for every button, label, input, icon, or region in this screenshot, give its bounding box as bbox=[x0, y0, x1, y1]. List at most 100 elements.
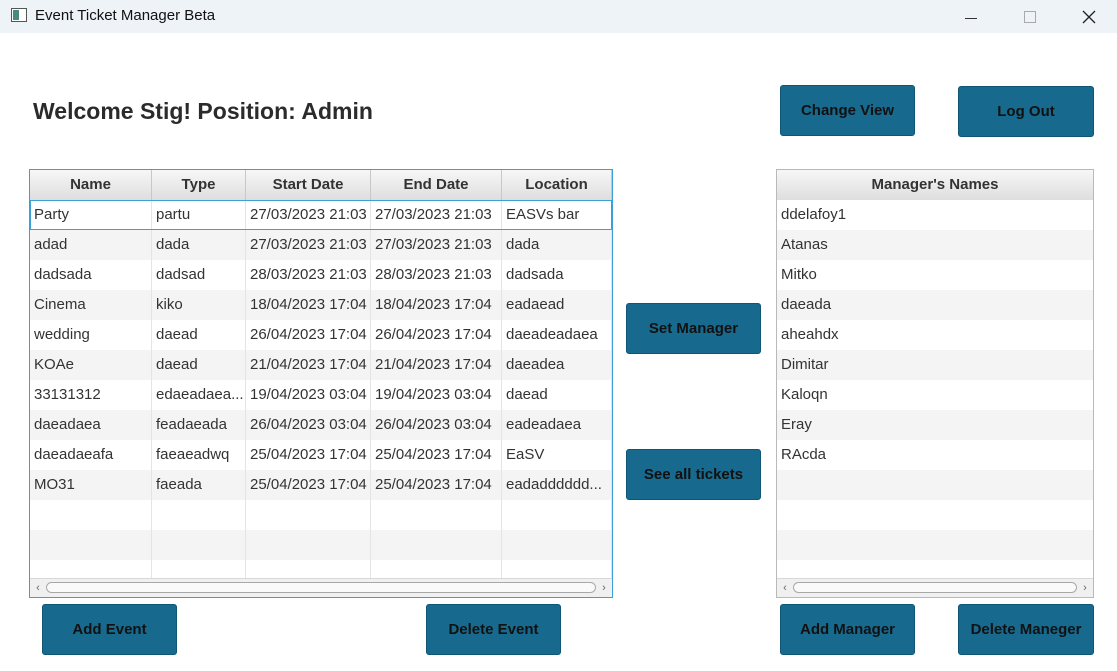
manager-name: ddelafoy1 bbox=[781, 206, 847, 223]
table-cell: 27/03/2023 21:03 bbox=[371, 230, 502, 260]
table-cell bbox=[30, 500, 152, 530]
title-bar: Event Ticket Manager Beta bbox=[0, 0, 1117, 33]
events-table[interactable]: Name Type Start Date End Date Location Party… bbox=[29, 169, 613, 598]
table-cell: dada bbox=[152, 230, 246, 260]
list-item[interactable]: Eray bbox=[777, 410, 1093, 440]
table-row[interactable]: 33131312 edaeadaea... 19/04/2023 03:04 19/0… bbox=[30, 380, 612, 410]
log-out-button[interactable]: Log Out bbox=[958, 86, 1094, 137]
add-manager-button[interactable]: Add Manager bbox=[780, 604, 915, 655]
manager-name bbox=[777, 470, 1093, 500]
table-cell bbox=[371, 530, 502, 560]
table-cell: daeadaea bbox=[30, 410, 152, 440]
table-cell: daead bbox=[502, 380, 612, 410]
table-cell: partu bbox=[152, 200, 246, 230]
table-row[interactable]: Party partu 27/03/2023 21:03 27/03/2023 21:… bbox=[30, 200, 612, 230]
column-header[interactable]: Manager's Names bbox=[777, 170, 1093, 200]
empty-row[interactable] bbox=[30, 500, 612, 530]
table-cell: daeadaeafa bbox=[30, 440, 152, 470]
table-cell: 25/04/2023 17:04 bbox=[246, 470, 371, 500]
table-cell bbox=[502, 500, 612, 530]
column-header[interactable]: Name bbox=[30, 170, 152, 200]
managers-table-body: ddelafoy1 Atanas Mitko daeada aheahdx Dimitar… bbox=[777, 200, 1093, 590]
table-cell: dadsada bbox=[502, 260, 612, 290]
table-row[interactable]: daeadaea feadaeada 26/04/2023 03:04 26/04/2… bbox=[30, 410, 612, 440]
table-cell bbox=[152, 530, 246, 560]
table-row[interactable]: wedding daead 26/04/2023 17:04 26/04/2023 1… bbox=[30, 320, 612, 350]
manager-name: Kaloqn bbox=[781, 386, 828, 403]
table-cell bbox=[152, 500, 246, 530]
table-cell: 18/04/2023 17:04 bbox=[371, 290, 502, 320]
empty-row[interactable] bbox=[777, 470, 1093, 500]
manager-name bbox=[777, 500, 1093, 530]
add-event-button[interactable]: Add Event bbox=[42, 604, 177, 655]
minimize-icon bbox=[965, 18, 977, 19]
manager-name: Atanas bbox=[781, 236, 828, 253]
set-manager-button[interactable]: Set Manager bbox=[626, 303, 761, 354]
events-horizontal-scrollbar[interactable]: ‹ › bbox=[30, 578, 612, 597]
table-cell: eadeadaea bbox=[502, 410, 612, 440]
welcome-heading: Welcome Stig! Position: Admin bbox=[33, 98, 373, 124]
column-header[interactable]: End Date bbox=[371, 170, 502, 200]
list-item[interactable]: Mitko bbox=[777, 260, 1093, 290]
table-cell: Cinema bbox=[30, 290, 152, 320]
table-row[interactable]: KOAe daead 21/04/2023 17:04 21/04/2023 17:0… bbox=[30, 350, 612, 380]
manager-name: aheahdx bbox=[781, 326, 839, 343]
list-item[interactable]: Kaloqn bbox=[777, 380, 1093, 410]
table-row[interactable]: MO31 faeada 25/04/2023 17:04 25/04/2023 17:… bbox=[30, 470, 612, 500]
table-cell: 25/04/2023 17:04 bbox=[371, 470, 502, 500]
manager-name bbox=[777, 530, 1093, 560]
list-item[interactable]: aheahdx bbox=[777, 320, 1093, 350]
table-cell: 28/03/2023 21:03 bbox=[246, 260, 371, 290]
scroll-right-icon[interactable]: › bbox=[1079, 581, 1091, 595]
table-cell: 33131312 bbox=[30, 380, 152, 410]
delete-event-button[interactable]: Delete Event bbox=[426, 604, 561, 655]
table-cell: 21/04/2023 17:04 bbox=[246, 350, 371, 380]
maximize-button[interactable] bbox=[1007, 0, 1053, 33]
scroll-thumb[interactable] bbox=[46, 582, 596, 593]
table-cell: 26/04/2023 03:04 bbox=[246, 410, 371, 440]
empty-row[interactable] bbox=[30, 530, 612, 560]
scroll-right-icon[interactable]: › bbox=[598, 581, 610, 595]
list-item[interactable]: daeada bbox=[777, 290, 1093, 320]
app-icon bbox=[11, 8, 27, 22]
table-cell: eadaead bbox=[502, 290, 612, 320]
list-item[interactable]: ddelafoy1 bbox=[777, 200, 1093, 230]
table-cell: MO31 bbox=[30, 470, 152, 500]
table-row[interactable]: daeadaeafa faeaeadwq 25/04/2023 17:04 25/04… bbox=[30, 440, 612, 470]
table-cell: 27/03/2023 21:03 bbox=[246, 200, 371, 230]
list-item[interactable]: Atanas bbox=[777, 230, 1093, 260]
table-cell: Party bbox=[30, 200, 152, 230]
column-header[interactable]: Location bbox=[502, 170, 612, 200]
scroll-thumb[interactable] bbox=[793, 582, 1077, 593]
empty-row[interactable] bbox=[777, 530, 1093, 560]
empty-row[interactable] bbox=[777, 500, 1093, 530]
scroll-left-icon[interactable]: ‹ bbox=[32, 581, 44, 595]
list-item[interactable]: RAcda bbox=[777, 440, 1093, 470]
manager-name: RAcda bbox=[781, 446, 827, 463]
managers-table[interactable]: Manager's Names ddelafoy1 Atanas Mitko daea… bbox=[776, 169, 1094, 598]
table-cell: dadsada bbox=[30, 260, 152, 290]
scroll-left-icon[interactable]: ‹ bbox=[779, 581, 791, 595]
table-cell: feadaeada bbox=[152, 410, 246, 440]
delete-manager-button[interactable]: Delete Maneger bbox=[958, 604, 1094, 655]
managers-table-header: Manager's Names bbox=[777, 170, 1093, 201]
table-cell bbox=[246, 530, 371, 560]
change-view-button[interactable]: Change View bbox=[780, 85, 915, 136]
table-row[interactable]: adad dada 27/03/2023 21:03 27/03/2023 21:03… bbox=[30, 230, 612, 260]
minimize-button[interactable] bbox=[948, 0, 994, 33]
table-cell: kiko bbox=[152, 290, 246, 320]
table-row[interactable]: Cinema kiko 18/04/2023 17:04 18/04/2023 17:… bbox=[30, 290, 612, 320]
column-header[interactable]: Type bbox=[152, 170, 246, 200]
table-cell: daeadea bbox=[502, 350, 612, 380]
table-cell: daead bbox=[152, 320, 246, 350]
table-cell: 27/03/2023 21:03 bbox=[371, 200, 502, 230]
list-item[interactable]: Dimitar bbox=[777, 350, 1093, 380]
events-table-header: Name Type Start Date End Date Location bbox=[30, 170, 612, 201]
table-cell: 19/04/2023 03:04 bbox=[371, 380, 502, 410]
table-row[interactable]: dadsada dadsad 28/03/2023 21:03 28/03/2023 … bbox=[30, 260, 612, 290]
column-header[interactable]: Start Date bbox=[246, 170, 371, 200]
managers-horizontal-scrollbar[interactable]: ‹ › bbox=[777, 578, 1093, 597]
see-all-tickets-button[interactable]: See all tickets bbox=[626, 449, 761, 500]
manager-name: Eray bbox=[781, 416, 812, 433]
close-button[interactable] bbox=[1066, 0, 1112, 33]
